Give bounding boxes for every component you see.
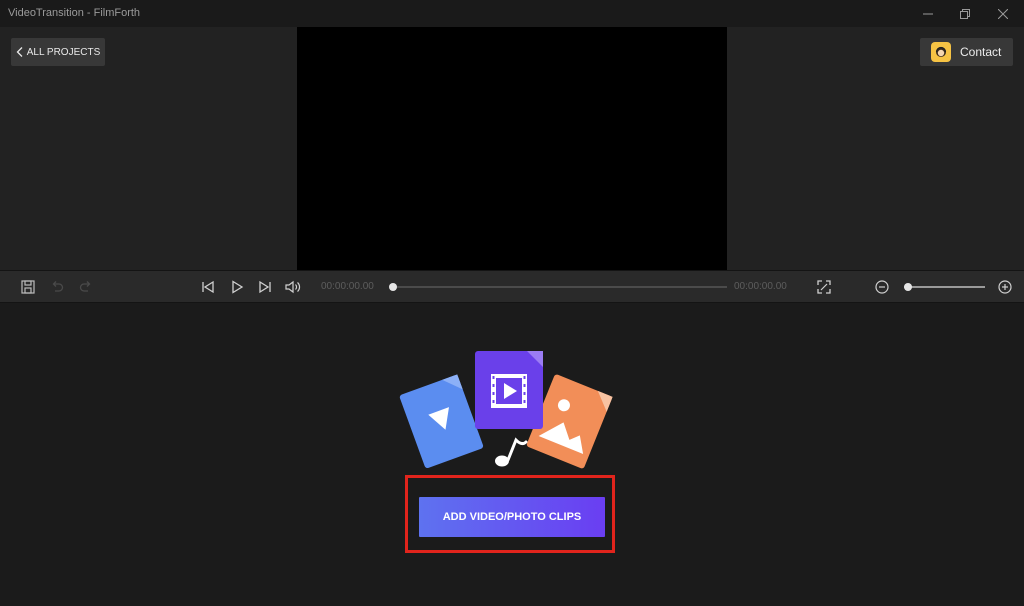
preview-area: ALL PROJECTS Contact <box>0 27 1024 270</box>
video-file-icon <box>399 374 484 469</box>
restore-button[interactable] <box>948 0 982 27</box>
restore-icon <box>960 8 970 19</box>
timeline-handle[interactable] <box>389 283 397 291</box>
play-icon <box>232 280 244 294</box>
playback-toolbar: 00:00:00.00 00:00:00.00 <box>0 270 1024 303</box>
window-title: VideoTransition - FilmForth <box>8 7 141 19</box>
volume-button[interactable] <box>284 278 302 296</box>
zoom-in-button[interactable] <box>996 278 1014 296</box>
skip-to-end-button[interactable] <box>256 278 274 296</box>
add-clips-button[interactable]: ADD VIDEO/PHOTO CLIPS <box>419 497 605 537</box>
video-preview <box>297 27 727 270</box>
title-bar: VideoTransition - FilmForth <box>0 0 1024 27</box>
play-button[interactable] <box>228 278 246 296</box>
timeline-slider[interactable] <box>393 286 727 288</box>
volume-icon <box>285 280 301 294</box>
minimize-icon <box>923 13 933 14</box>
redo-button[interactable] <box>77 278 95 296</box>
zoom-slider[interactable] <box>904 286 985 288</box>
contact-label: Contact <box>960 45 1002 59</box>
all-projects-label: ALL PROJECTS <box>26 46 101 58</box>
save-icon <box>21 280 35 294</box>
support-agent-icon <box>935 46 947 57</box>
undo-button[interactable] <box>48 278 66 296</box>
skip-back-icon <box>202 280 214 294</box>
zoom-out-icon <box>875 280 889 294</box>
close-icon <box>998 8 1008 19</box>
fullscreen-icon <box>817 280 831 294</box>
total-time: 00:00:00.00 <box>734 281 787 292</box>
skip-to-start-button[interactable] <box>199 278 217 296</box>
film-file-icon <box>475 351 543 429</box>
zoom-in-icon <box>998 280 1012 294</box>
avatar <box>931 42 951 62</box>
contact-button[interactable]: Contact <box>920 38 1013 66</box>
chevron-left-icon <box>16 47 23 57</box>
music-note-icon <box>495 437 528 467</box>
zoom-handle[interactable] <box>904 283 912 291</box>
save-button[interactable] <box>19 278 37 296</box>
minimize-button[interactable] <box>911 0 945 27</box>
close-button[interactable] <box>986 0 1020 27</box>
skip-forward-icon <box>259 280 271 294</box>
media-files-illustration <box>399 351 613 469</box>
redo-icon <box>79 281 91 292</box>
undo-icon <box>52 281 64 292</box>
current-time: 00:00:00.00 <box>321 281 374 292</box>
zoom-out-button[interactable] <box>873 278 891 296</box>
fullscreen-button[interactable] <box>815 278 833 296</box>
all-projects-button[interactable]: ALL PROJECTS <box>11 38 105 66</box>
